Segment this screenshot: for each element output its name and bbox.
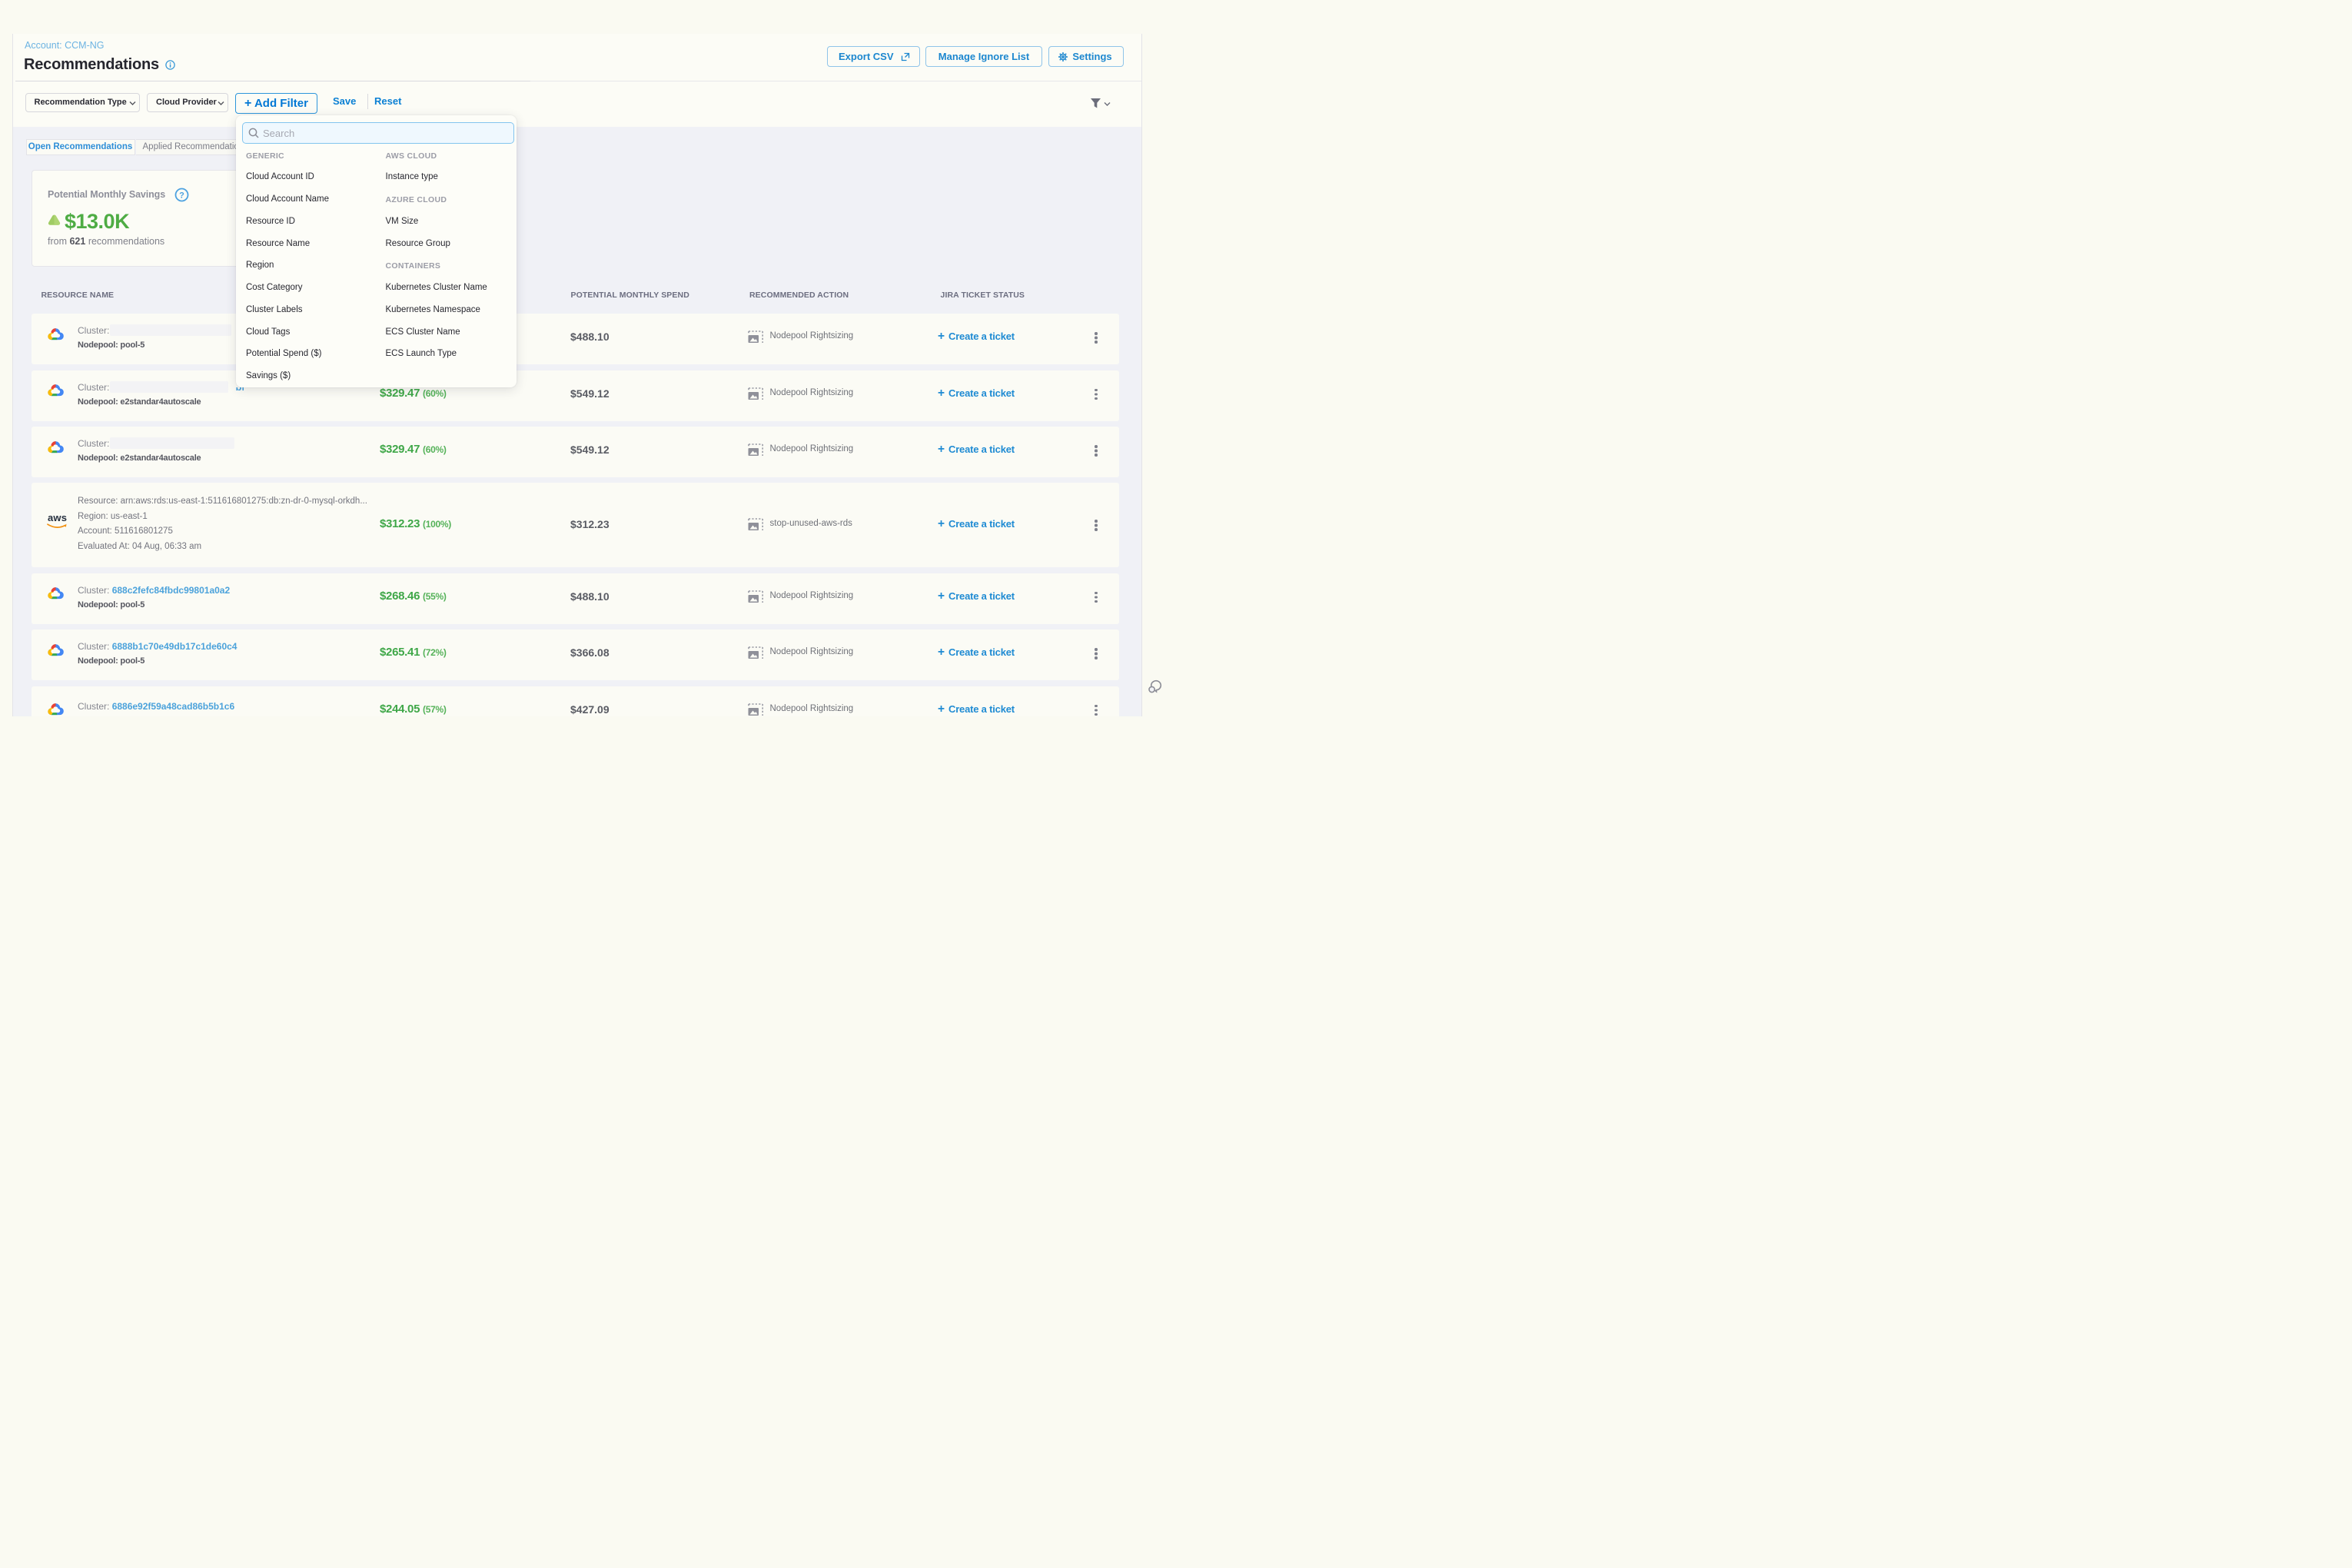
- svg-text:?: ?: [179, 191, 184, 200]
